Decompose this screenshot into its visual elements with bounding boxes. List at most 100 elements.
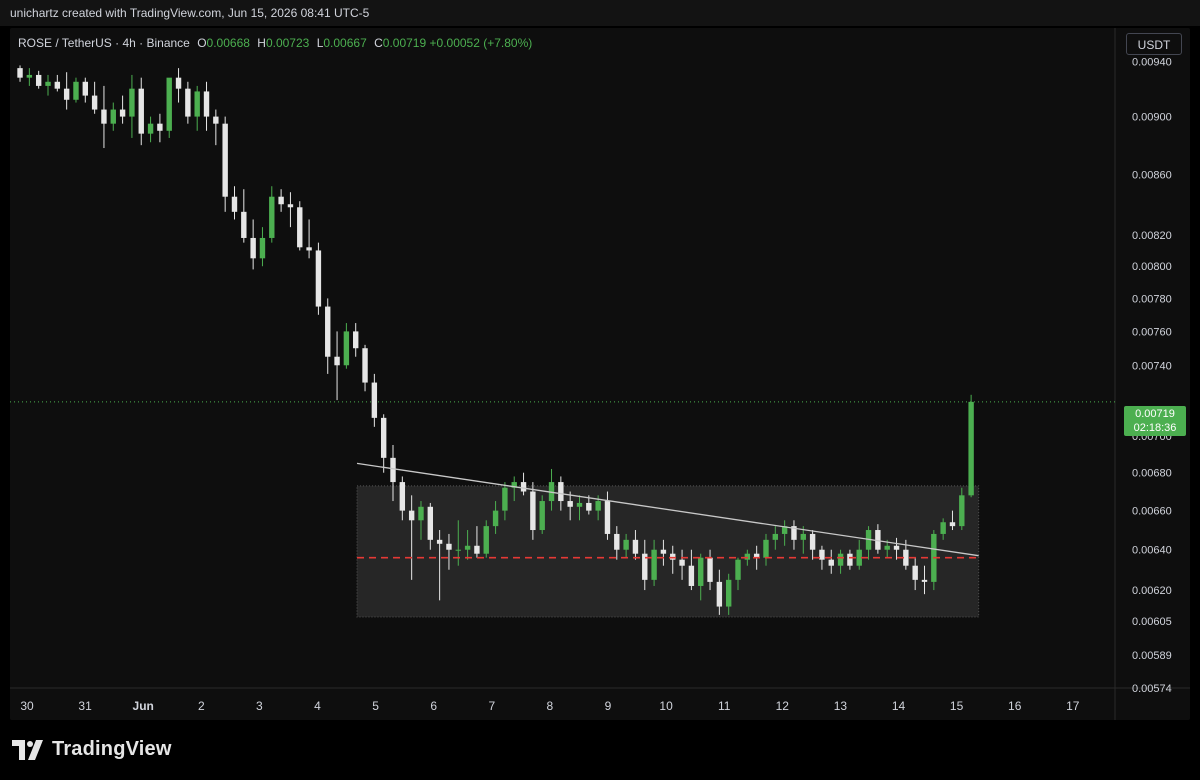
candle-body bbox=[837, 553, 844, 566]
candle-body bbox=[884, 545, 890, 550]
candle-body bbox=[390, 457, 396, 483]
high-label: H bbox=[257, 36, 266, 50]
candle-body bbox=[269, 196, 275, 238]
candle-body bbox=[175, 77, 182, 89]
candle-body bbox=[968, 401, 974, 496]
candle-body bbox=[315, 250, 322, 307]
candle-body bbox=[520, 482, 527, 492]
tradingview-logo: TradingView bbox=[12, 738, 172, 761]
candle-body bbox=[586, 502, 592, 511]
candle-body bbox=[474, 545, 480, 554]
ohlc-legend: ROSE / TetherUS · 4h · Binance O0.00668 … bbox=[18, 36, 532, 50]
candle-body bbox=[670, 553, 676, 560]
close-value: 0.00719 bbox=[382, 36, 427, 50]
candle-body bbox=[259, 237, 266, 259]
candle-body bbox=[455, 549, 461, 551]
candle-body bbox=[614, 533, 620, 550]
candle-body bbox=[194, 91, 200, 117]
candle-body bbox=[725, 579, 732, 607]
candle-body bbox=[707, 557, 713, 582]
y-tick-label: 0.00680 bbox=[1132, 468, 1172, 480]
candle-body bbox=[418, 506, 424, 521]
brand-name: TradingView bbox=[52, 738, 172, 760]
candle-body bbox=[297, 207, 303, 248]
low-value: 0.00667 bbox=[323, 36, 367, 50]
y-tick-label: 0.00760 bbox=[1132, 326, 1172, 338]
candle-body bbox=[744, 553, 751, 560]
candle-body bbox=[306, 247, 312, 251]
candle-body bbox=[185, 88, 191, 117]
candle-body bbox=[54, 81, 61, 89]
x-tick-label: 5 bbox=[372, 699, 379, 713]
candle-body bbox=[800, 533, 806, 540]
candle-body bbox=[567, 501, 573, 507]
candle-body bbox=[119, 109, 126, 117]
candle-body bbox=[26, 74, 33, 78]
x-tick-label: 16 bbox=[1008, 699, 1022, 713]
last-price-value: 0.00719 bbox=[1135, 408, 1175, 420]
currency-button[interactable]: USDT bbox=[1126, 33, 1182, 55]
candle-body bbox=[325, 306, 331, 357]
candle-body bbox=[623, 539, 629, 550]
candle-body bbox=[809, 533, 816, 550]
x-tick-label: 9 bbox=[605, 699, 612, 713]
candle-body bbox=[73, 81, 79, 100]
x-tick-label: 14 bbox=[892, 699, 906, 713]
candle-body bbox=[380, 417, 387, 458]
x-tick-label: 4 bbox=[314, 699, 321, 713]
candle-body bbox=[632, 539, 639, 554]
last-price-tag: 0.00719 02:18:36 bbox=[1124, 406, 1186, 436]
candle-body bbox=[595, 501, 601, 511]
candle-body bbox=[735, 559, 741, 580]
candle-body bbox=[110, 109, 116, 124]
candle-body bbox=[91, 95, 98, 110]
x-tick-label: 10 bbox=[659, 699, 673, 713]
candle-body bbox=[82, 81, 88, 96]
x-tick-label: 15 bbox=[950, 699, 964, 713]
y-tick-label: 0.00740 bbox=[1132, 360, 1172, 372]
candle-body bbox=[912, 565, 918, 580]
candle-body bbox=[213, 116, 219, 124]
candle-body bbox=[45, 81, 51, 86]
x-tick-label: 30 bbox=[20, 699, 34, 713]
candle-body bbox=[231, 196, 238, 212]
top-bar: unichartz created with TradingView.com, … bbox=[0, 0, 1200, 26]
candle-body bbox=[716, 581, 723, 607]
candle-body bbox=[949, 522, 956, 527]
candle-body bbox=[408, 510, 415, 521]
tradingview-logo-icon bbox=[12, 739, 43, 760]
candle-body bbox=[921, 579, 928, 582]
candle-body bbox=[166, 77, 172, 131]
x-tick-label: 12 bbox=[776, 699, 790, 713]
candle-body bbox=[371, 382, 378, 418]
candle-body bbox=[847, 553, 853, 566]
candle-body bbox=[147, 123, 154, 134]
candle-body bbox=[530, 491, 536, 531]
candle-body bbox=[483, 526, 489, 554]
y-tick-label: 0.00820 bbox=[1132, 230, 1172, 242]
y-tick-label: 0.00605 bbox=[1132, 616, 1172, 628]
candle-body bbox=[492, 510, 499, 527]
x-tick-label: 3 bbox=[256, 699, 263, 713]
candlestick-chart[interactable]: 0.00940 0.00900 0.00860 0.00820 0.00800 0.007… bbox=[10, 28, 1190, 720]
change-value: +0.00052 (+7.80%) bbox=[429, 36, 533, 50]
candle-body bbox=[698, 557, 704, 586]
open-value: 0.00668 bbox=[206, 36, 250, 50]
candle-body bbox=[157, 123, 163, 131]
x-tick-label: 7 bbox=[488, 699, 495, 713]
y-tick-label: 0.00620 bbox=[1132, 585, 1172, 597]
x-tick-label: 6 bbox=[430, 699, 437, 713]
open-label: O bbox=[197, 36, 207, 50]
candle-body bbox=[688, 565, 695, 586]
candle-body bbox=[539, 501, 545, 531]
candle-body bbox=[828, 559, 834, 566]
candle-body bbox=[940, 522, 946, 534]
y-tick-label: 0.00800 bbox=[1132, 261, 1172, 273]
high-value: 0.00723 bbox=[265, 36, 310, 50]
y-tick-label: 0.00940 bbox=[1132, 56, 1172, 68]
candle-body bbox=[558, 482, 564, 502]
candle-body bbox=[763, 539, 769, 558]
attribution-text: unichartz created with TradingView.com, … bbox=[10, 6, 370, 20]
candle-body bbox=[241, 211, 247, 238]
y-tick-label: 0.00574 bbox=[1132, 683, 1172, 695]
